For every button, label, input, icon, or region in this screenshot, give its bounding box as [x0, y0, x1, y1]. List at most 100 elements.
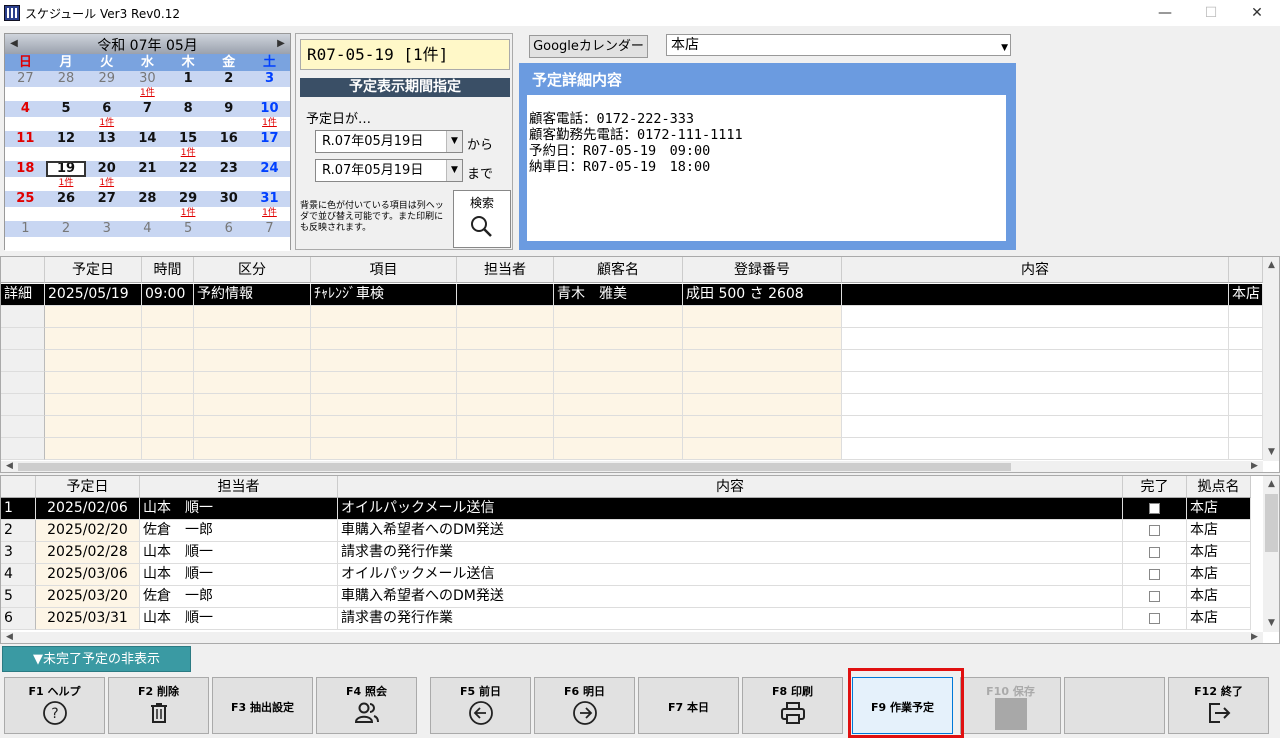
table-cell[interactable]	[457, 328, 554, 350]
store-select[interactable]: 本店 ▼	[666, 34, 1011, 56]
next-month-button[interactable]: ▶	[272, 34, 290, 54]
table-cell[interactable]: 2025/03/20	[36, 586, 140, 608]
calendar-event-count[interactable]	[5, 87, 46, 101]
calendar-day[interactable]: 23	[208, 161, 249, 177]
table-cell[interactable]: 2025/05/19	[45, 284, 142, 306]
row-number[interactable]: 1	[1, 498, 36, 520]
table-cell[interactable]: 車購入希望者へのDM発送	[338, 520, 1123, 542]
done-checkbox[interactable]	[1149, 503, 1160, 514]
calendar-day[interactable]: 13	[86, 131, 127, 147]
table-cell[interactable]	[1229, 372, 1263, 394]
table-cell[interactable]	[842, 328, 1229, 350]
table-cell[interactable]	[142, 328, 194, 350]
calendar-day[interactable]: 29	[86, 71, 127, 87]
row-number[interactable]: 3	[1, 542, 36, 564]
done-cell[interactable]	[1123, 586, 1187, 608]
table-cell[interactable]	[142, 350, 194, 372]
f11-button[interactable]	[1064, 677, 1165, 734]
row-header[interactable]	[1, 372, 45, 394]
calendar-event-count[interactable]	[208, 87, 249, 101]
table-cell[interactable]	[554, 306, 683, 328]
calendar-day[interactable]: 11	[5, 131, 46, 147]
scroll-left-icon[interactable]: ◀	[1, 458, 18, 472]
f6-next-day-button[interactable]: F6 明日	[534, 677, 635, 734]
chevron-down-icon[interactable]: ▼	[446, 160, 462, 181]
calendar-day[interactable]: 5	[168, 221, 209, 237]
done-cell[interactable]	[1123, 498, 1187, 520]
calendar-event-count[interactable]	[127, 117, 168, 131]
chevron-down-icon[interactable]: ▼	[1001, 38, 1008, 58]
done-checkbox[interactable]	[1149, 547, 1160, 558]
table-cell[interactable]	[194, 372, 311, 394]
calendar-event-count[interactable]	[208, 177, 249, 191]
f1-help-button[interactable]: F1 ヘルプ ?	[4, 677, 105, 734]
table-cell[interactable]	[842, 394, 1229, 416]
done-cell[interactable]	[1123, 520, 1187, 542]
calendar-event-count[interactable]	[127, 147, 168, 161]
calendar-event-count[interactable]	[46, 117, 87, 131]
table-cell[interactable]	[683, 328, 842, 350]
table-cell[interactable]: 09:00	[142, 284, 194, 306]
table-cell[interactable]: 本店	[1187, 608, 1251, 630]
table-cell[interactable]: 山本 順一	[140, 498, 338, 520]
column-header[interactable]: 登録番号	[683, 257, 842, 283]
done-checkbox[interactable]	[1149, 525, 1160, 536]
vertical-scrollbar[interactable]: ▲ ▼	[1263, 476, 1279, 632]
table-cell[interactable]	[457, 438, 554, 460]
table-cell[interactable]	[45, 416, 142, 438]
column-header[interactable]: 予定日	[36, 476, 140, 498]
table-cell[interactable]	[457, 372, 554, 394]
done-cell[interactable]	[1123, 564, 1187, 586]
table-cell[interactable]	[311, 372, 457, 394]
calendar-day[interactable]: 14	[127, 131, 168, 147]
row-number[interactable]: 4	[1, 564, 36, 586]
table-cell[interactable]	[554, 416, 683, 438]
calendar-event-count[interactable]	[5, 207, 46, 221]
hide-incomplete-button[interactable]: ▼未完了予定の非表示	[2, 646, 191, 672]
calendar-event-count[interactable]	[46, 87, 87, 101]
table-cell[interactable]	[45, 438, 142, 460]
calendar-event-count[interactable]: 1件	[249, 117, 290, 131]
calendar-day[interactable]: 2	[208, 71, 249, 87]
column-header[interactable]: 内容	[338, 476, 1123, 498]
calendar-event-count[interactable]	[127, 177, 168, 191]
table-cell[interactable]	[194, 438, 311, 460]
calendar-day[interactable]: 22	[168, 161, 209, 177]
calendar-event-count[interactable]	[208, 117, 249, 131]
calendar-event-count[interactable]	[127, 207, 168, 221]
scroll-left-icon[interactable]: ◀	[1, 629, 18, 643]
calendar-day[interactable]: 30	[208, 191, 249, 207]
search-button[interactable]: 検索	[453, 190, 511, 248]
google-calendar-button[interactable]: Googleカレンダー	[529, 35, 648, 58]
table-cell[interactable]	[311, 328, 457, 350]
table-cell[interactable]	[311, 306, 457, 328]
calendar-day[interactable]: 25	[5, 191, 46, 207]
calendar-event-count[interactable]	[249, 87, 290, 101]
table-cell[interactable]	[142, 438, 194, 460]
column-header[interactable]: 内容	[842, 257, 1229, 283]
table-cell[interactable]: 本店	[1187, 586, 1251, 608]
table-cell[interactable]	[554, 372, 683, 394]
table-cell[interactable]	[457, 416, 554, 438]
scroll-down-icon[interactable]: ▼	[1263, 444, 1279, 461]
table-cell[interactable]: 本店	[1187, 520, 1251, 542]
f5-prev-day-button[interactable]: F5 前日	[430, 677, 531, 734]
row-number[interactable]: 2	[1, 520, 36, 542]
calendar-day[interactable]: 29	[168, 191, 209, 207]
table-cell[interactable]: 本店	[1187, 542, 1251, 564]
row-header[interactable]	[1, 394, 45, 416]
table-cell[interactable]	[311, 350, 457, 372]
calendar-day[interactable]: 6	[208, 221, 249, 237]
calendar-event-count[interactable]	[208, 207, 249, 221]
table-cell[interactable]	[842, 372, 1229, 394]
chevron-down-icon[interactable]: ▼	[446, 131, 462, 152]
calendar-day[interactable]: 1	[5, 221, 46, 237]
row-header[interactable]	[1, 350, 45, 372]
calendar-day[interactable]: 12	[46, 131, 87, 147]
table-cell[interactable]: 山本 順一	[140, 542, 338, 564]
calendar-event-count[interactable]	[168, 117, 209, 131]
table-cell[interactable]	[1229, 416, 1263, 438]
column-header[interactable]: 予定日	[45, 257, 142, 283]
table-cell[interactable]	[554, 328, 683, 350]
table-cell[interactable]	[842, 438, 1229, 460]
